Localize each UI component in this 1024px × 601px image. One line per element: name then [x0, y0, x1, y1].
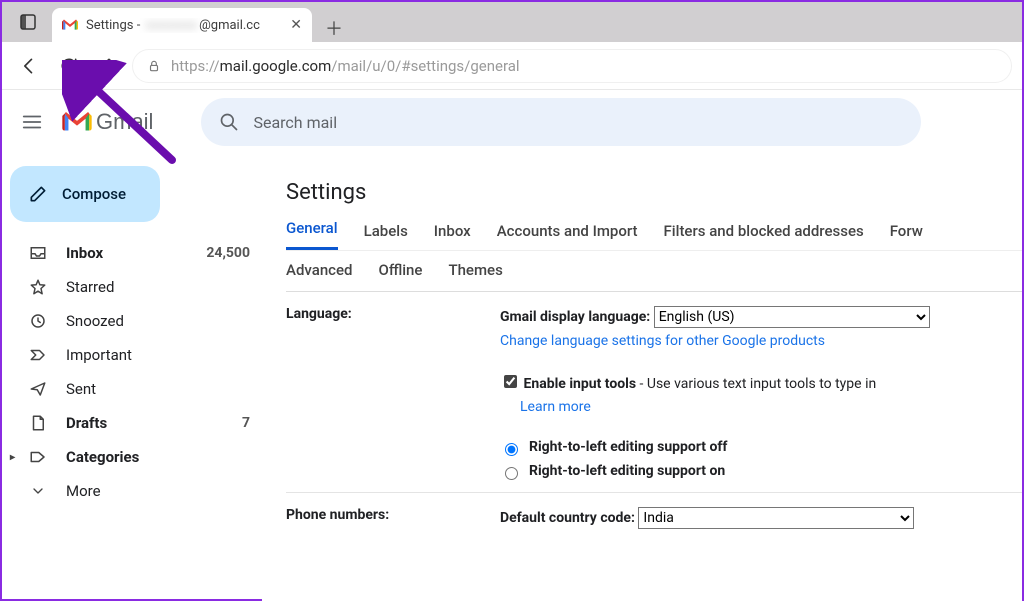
enable-input-tools-label: Enable input tools — [523, 376, 636, 392]
tab-filters[interactable]: Filters and blocked addresses — [664, 222, 864, 250]
browser-tabstrip: Settings - xxxxxxxx@gmail.cc ✕ ＋ — [2, 2, 1022, 42]
sidebar-item-count: 24,500 — [206, 245, 250, 261]
display-language-select[interactable]: English (US) — [654, 306, 930, 328]
sidebar-item-label: More — [66, 482, 101, 500]
enable-input-tools-checkbox[interactable] — [504, 375, 517, 388]
sidebar-item-starred[interactable]: Starred — [8, 270, 262, 304]
new-tab-button[interactable]: ＋ — [320, 14, 348, 42]
sidebar-item-snoozed[interactable]: Snoozed — [8, 304, 262, 338]
sidebar-item-important[interactable]: Important — [8, 338, 262, 372]
pencil-icon — [28, 184, 48, 204]
gmail-logo-icon — [62, 111, 92, 133]
settings-tabs-primary: General Labels Inbox Accounts and Import… — [286, 219, 1022, 251]
url-text: https://mail.google.com/mail/u/0/#settin… — [171, 57, 520, 75]
categories-icon — [28, 448, 48, 466]
sidebar-item-label: Important — [66, 346, 132, 364]
gmail-logo[interactable]: Gmail — [62, 109, 153, 135]
learn-more-link[interactable]: Learn more — [520, 399, 591, 415]
window-controls-icon[interactable] — [14, 8, 42, 36]
tab-general[interactable]: General — [286, 219, 338, 250]
gmail-header: Gmail Search mail — [2, 90, 1022, 154]
main-menu-button[interactable] — [10, 100, 54, 144]
change-language-link[interactable]: Change language settings for other Googl… — [500, 333, 825, 349]
default-cc-select[interactable]: India — [638, 507, 914, 529]
clock-icon — [28, 312, 48, 330]
sidebar-item-more[interactable]: More — [8, 474, 262, 508]
tab-close-icon[interactable]: ✕ — [290, 17, 302, 33]
tab-title: Settings - xxxxxxxx@gmail.cc — [86, 18, 260, 33]
rtl-on-label: Right-to-left editing support on — [529, 460, 725, 484]
home-button[interactable] — [92, 49, 126, 83]
gmail-favicon-icon — [62, 19, 78, 31]
tab-forwarding[interactable]: Forw — [890, 222, 923, 250]
sidebar-item-label: Inbox — [66, 244, 103, 262]
sidebar-item-label: Drafts — [66, 414, 107, 432]
search-icon — [219, 112, 239, 132]
settings-panel: Settings General Labels Inbox Accounts a… — [262, 160, 1022, 601]
compose-button[interactable]: Compose — [10, 166, 160, 222]
back-button[interactable] — [12, 49, 46, 83]
setting-label: Language: — [286, 306, 500, 484]
inbox-icon — [28, 244, 48, 262]
sidebar: Compose Inbox 24,500 Starred Snoozed Imp… — [2, 154, 262, 601]
sidebar-item-sent[interactable]: Sent — [8, 372, 262, 406]
star-icon — [28, 278, 48, 296]
browser-toolbar: https://mail.google.com/mail/u/0/#settin… — [2, 42, 1022, 90]
rtl-off-radio[interactable] — [505, 443, 518, 456]
tab-themes[interactable]: Themes — [448, 261, 502, 291]
tab-advanced[interactable]: Advanced — [286, 261, 352, 291]
sidebar-item-label: Sent — [66, 380, 96, 398]
enable-input-tools-desc: - Use various text input tools to type i… — [636, 376, 876, 392]
default-cc-label: Default country code: — [500, 510, 635, 526]
tab-labels[interactable]: Labels — [364, 222, 408, 250]
compose-label: Compose — [62, 185, 126, 203]
send-icon — [28, 380, 48, 398]
settings-tabs-secondary: Advanced Offline Themes — [286, 251, 1022, 292]
drafts-icon — [28, 414, 48, 432]
tab-offline[interactable]: Offline — [378, 261, 422, 291]
gmail-wordmark: Gmail — [96, 109, 153, 135]
rtl-on-radio[interactable] — [505, 467, 518, 480]
search-placeholder: Search mail — [253, 113, 337, 132]
page-title: Settings — [286, 180, 1022, 205]
tab-accounts[interactable]: Accounts and Import — [497, 222, 638, 250]
address-bar[interactable]: https://mail.google.com/mail/u/0/#settin… — [132, 49, 1012, 83]
sidebar-item-count: 7 — [242, 415, 250, 431]
important-icon — [28, 346, 48, 364]
rtl-off-label: Right-to-left editing support off — [529, 436, 727, 460]
refresh-button[interactable] — [52, 49, 86, 83]
setting-language: Language: Gmail display language: Englis… — [286, 292, 1022, 492]
display-language-label: Gmail display language: — [500, 309, 650, 325]
tab-inbox[interactable]: Inbox — [434, 222, 471, 250]
lock-icon — [147, 59, 161, 73]
sidebar-item-label: Starred — [66, 278, 114, 296]
setting-phone: Phone numbers: Default country code: Ind… — [286, 492, 1022, 539]
setting-label: Phone numbers: — [286, 507, 500, 531]
search-bar[interactable]: Search mail — [201, 98, 921, 146]
sidebar-item-label: Categories — [66, 448, 139, 466]
chevron-down-icon — [28, 483, 48, 499]
sidebar-item-label: Snoozed — [66, 312, 124, 330]
sidebar-item-inbox[interactable]: Inbox 24,500 — [8, 236, 262, 270]
sidebar-item-categories[interactable]: ▸ Categories — [8, 440, 262, 474]
caret-right-icon: ▸ — [10, 452, 15, 463]
sidebar-item-drafts[interactable]: Drafts 7 — [8, 406, 262, 440]
browser-tab[interactable]: Settings - xxxxxxxx@gmail.cc ✕ — [52, 8, 312, 42]
